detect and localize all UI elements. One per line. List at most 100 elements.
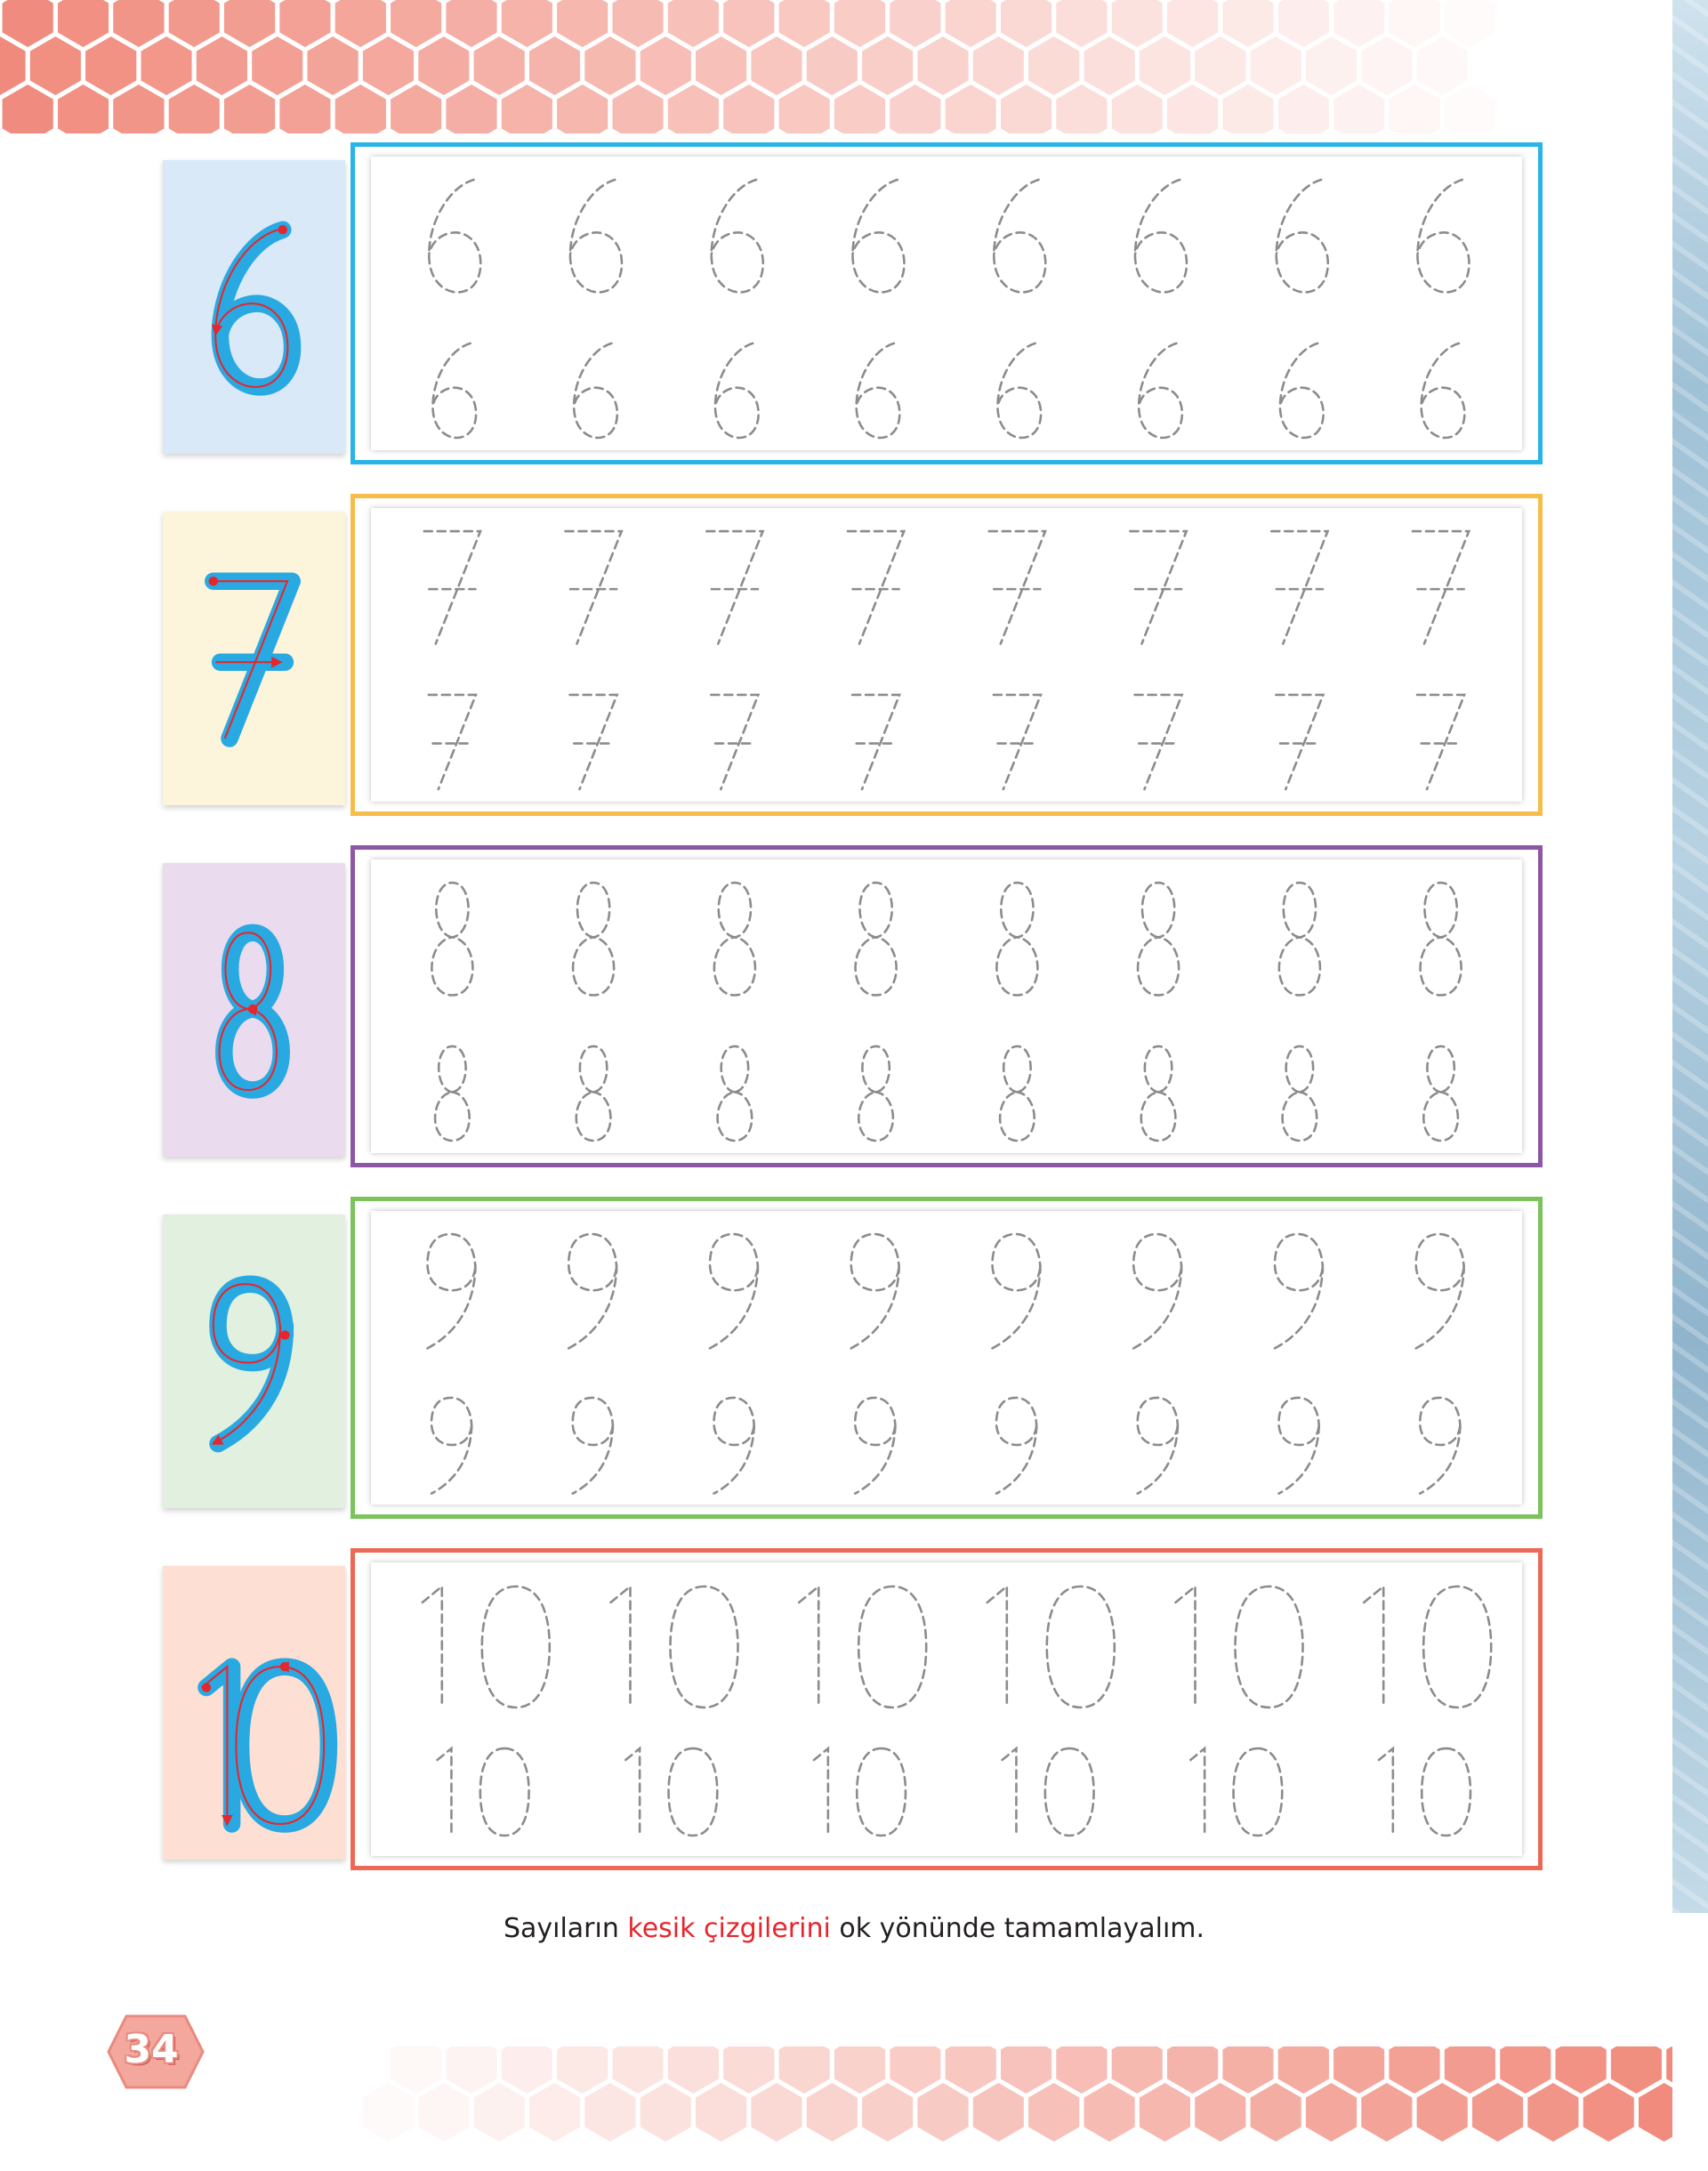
instruction-highlight: kesik çizgilerini — [627, 1913, 831, 1944]
model-digit-card — [163, 512, 345, 805]
dashed-digit-10 — [667, 1747, 719, 1837]
tracing-box — [350, 1548, 1543, 1870]
digit-10-model-icon — [197, 1566, 338, 1833]
dashed-digit-9 — [1136, 1396, 1180, 1495]
dashed-digit-6 — [1416, 178, 1470, 294]
dashed-digit-10 — [986, 1584, 1009, 1709]
digit-9-model-icon — [209, 1275, 294, 1453]
dashed-digit-10 — [1420, 1747, 1472, 1837]
dashed-digit-6 — [996, 342, 1043, 440]
dashed-digits-6 — [428, 178, 1470, 440]
tracing-box — [350, 1197, 1543, 1519]
dashed-digit-6 — [572, 342, 619, 440]
tracing-row-10 — [0, 1548, 1708, 1877]
dashed-digit-8 — [1140, 1045, 1177, 1142]
dashed-digit-10 — [479, 1747, 530, 1837]
dashed-digit-10 — [1174, 1584, 1196, 1709]
dashed-digit-8 — [858, 1045, 895, 1142]
tracing-box — [350, 845, 1543, 1167]
digit-6-model-icon — [211, 221, 302, 396]
dashed-digit-9 — [853, 1396, 897, 1495]
dashed-digit-7 — [1129, 529, 1188, 645]
dashed-digit-8 — [998, 1045, 1035, 1142]
dashed-digit-9 — [1132, 1232, 1183, 1350]
dashed-digit-10 — [1234, 1585, 1304, 1709]
dashed-digit-7 — [850, 693, 902, 791]
dashed-digit-8 — [713, 881, 757, 997]
dashed-digit-6 — [428, 178, 482, 294]
model-digit-card — [163, 863, 345, 1157]
dashed-digit-10 — [1232, 1747, 1284, 1837]
dashed-digit-6 — [1133, 178, 1188, 294]
dashed-digit-10 — [421, 1584, 444, 1709]
dashed-digit-7 — [992, 693, 1043, 791]
dashed-digit-8 — [431, 881, 474, 997]
dashed-digit-8 — [571, 881, 616, 997]
dashed-digit-6 — [431, 342, 478, 440]
dashed-digit-9 — [995, 1396, 1038, 1495]
dashed-digit-6 — [713, 342, 760, 440]
dashed-digit-8 — [1277, 881, 1322, 997]
dashed-digit-9 — [567, 1232, 618, 1350]
model-digit-card — [163, 1215, 345, 1508]
model-digit-card — [163, 1566, 345, 1860]
dashed-digits-7 — [423, 529, 1471, 791]
dashed-digit-7 — [987, 529, 1047, 645]
tracing-row-7 — [0, 494, 1708, 823]
tracing-box — [350, 494, 1543, 816]
dashed-digit-8 — [1136, 881, 1180, 997]
dashed-digit-7 — [1133, 693, 1184, 791]
dashed-digit-9 — [1273, 1232, 1325, 1350]
dashed-digit-10 — [797, 1584, 820, 1709]
dashed-digit-6 — [1275, 178, 1329, 294]
page-number-badge: 34 — [107, 2013, 205, 2091]
dashed-digit-10 — [1001, 1746, 1018, 1837]
digit-8-model-icon — [215, 924, 290, 1099]
dashed-digit-10 — [855, 1747, 907, 1837]
tracing-row-8 — [0, 845, 1708, 1174]
dashed-digit-6 — [1420, 342, 1466, 440]
dashed-digit-10 — [1189, 1746, 1206, 1837]
dashed-digit-6 — [568, 178, 624, 294]
dashed-digit-7 — [1275, 693, 1325, 791]
dashed-digit-8 — [1422, 1045, 1460, 1142]
dashed-digit-8 — [433, 1045, 471, 1142]
dashed-digit-6 — [855, 342, 901, 440]
dashed-digit-7 — [846, 529, 906, 645]
dashed-digit-8 — [575, 1045, 612, 1142]
dashed-digit-7 — [710, 693, 761, 791]
dashed-digit-10 — [669, 1585, 739, 1709]
dashed-digit-8 — [1419, 881, 1462, 997]
hexagon-pattern-bottom — [362, 2046, 1672, 2142]
page-number: 34 — [124, 2027, 179, 2072]
dashed-digit-7 — [705, 529, 765, 645]
dashed-digit-7 — [423, 529, 482, 645]
dashed-digit-9 — [1277, 1396, 1321, 1495]
dashed-digit-6 — [851, 178, 906, 294]
instruction-start: Sayıların — [503, 1913, 628, 1944]
dashed-digit-9 — [1418, 1396, 1462, 1495]
dashed-digit-9 — [430, 1396, 473, 1495]
dashed-digit-10 — [1045, 1585, 1116, 1709]
dashed-digit-7 — [568, 693, 619, 791]
dashed-digits-9 — [426, 1232, 1465, 1495]
dashed-digit-6 — [710, 178, 764, 294]
tracing-row-9 — [0, 1197, 1708, 1526]
tracing-box — [350, 142, 1543, 464]
dashed-digit-7 — [427, 693, 478, 791]
dashed-digit-9 — [991, 1232, 1042, 1350]
instruction-text: Sayıların kesik çizgilerini ok yönünde t… — [0, 1913, 1708, 1944]
dashed-digit-10 — [1362, 1584, 1385, 1709]
hexagon-pattern-top — [0, 0, 1468, 133]
dashed-digit-10 — [624, 1746, 641, 1837]
dashed-digit-9 — [708, 1232, 760, 1350]
dashed-digits-8 — [431, 881, 1462, 1142]
dashed-digit-9 — [571, 1396, 615, 1495]
model-digit-card — [163, 160, 345, 454]
dashed-digit-9 — [850, 1232, 900, 1350]
dashed-digit-10 — [436, 1746, 453, 1837]
instruction-end: ok yönünde tamamlayalım. — [830, 1913, 1205, 1944]
dashed-digit-10 — [1377, 1746, 1395, 1837]
dashed-digit-10 — [480, 1585, 552, 1709]
dashed-digit-7 — [1415, 693, 1467, 791]
